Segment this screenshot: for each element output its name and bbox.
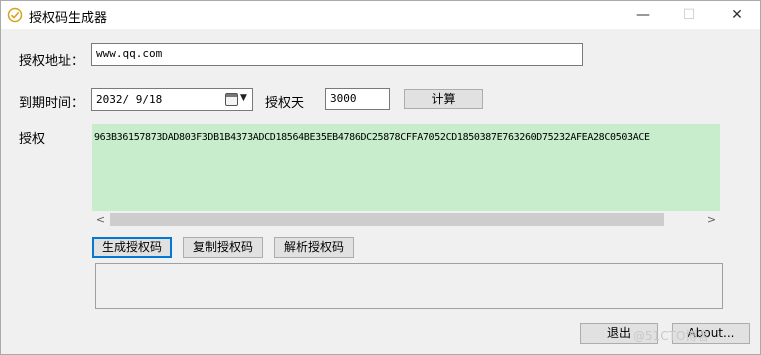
- chevron-left-icon[interactable]: <: [92, 211, 109, 228]
- watermark: @51CTO博客: [633, 329, 710, 343]
- calculate-button[interactable]: 计算: [404, 89, 483, 109]
- days-label: 授权天: [265, 96, 305, 111]
- title-bar: 授权码生成器 — ☐ ✕: [1, 1, 760, 29]
- scrollbar-thumb[interactable]: [110, 213, 664, 226]
- license-code-value: 963B36157873DAD803F3DB1B4373ADCD18564BE3…: [94, 132, 650, 143]
- close-button[interactable]: ✕: [714, 1, 760, 29]
- expire-date-label: 到期时间：: [19, 96, 85, 111]
- expire-date-value: 2032/ 9/18: [96, 93, 163, 106]
- output-textarea[interactable]: [95, 263, 723, 309]
- horizontal-scrollbar[interactable]: < >: [92, 211, 720, 228]
- generate-code-button[interactable]: 生成授权码: [92, 237, 172, 258]
- maximize-button[interactable]: ☐: [666, 1, 712, 29]
- address-input[interactable]: www.qq.com: [91, 43, 583, 66]
- address-label: 授权地址：: [19, 54, 85, 69]
- days-input[interactable]: 3000: [325, 88, 390, 110]
- chevron-down-icon[interactable]: ▼: [240, 93, 247, 103]
- copy-code-button[interactable]: 复制授权码: [183, 237, 263, 258]
- chevron-right-icon[interactable]: >: [703, 211, 720, 228]
- minimize-button[interactable]: —: [620, 1, 666, 29]
- parse-code-button[interactable]: 解析授权码: [274, 237, 354, 258]
- code-label: 授权: [19, 132, 46, 147]
- check-circle-icon: [7, 7, 23, 23]
- window-title: 授权码生成器: [29, 11, 108, 26]
- calendar-icon[interactable]: [225, 93, 238, 106]
- expire-date-picker[interactable]: 2032/ 9/18 ▼: [91, 88, 253, 111]
- license-code-textarea[interactable]: 963B36157873DAD803F3DB1B4373ADCD18564BE3…: [92, 124, 720, 211]
- app-window: 授权码生成器 — ☐ ✕ 授权地址： www.qq.com 到期时间： 2032…: [0, 0, 761, 355]
